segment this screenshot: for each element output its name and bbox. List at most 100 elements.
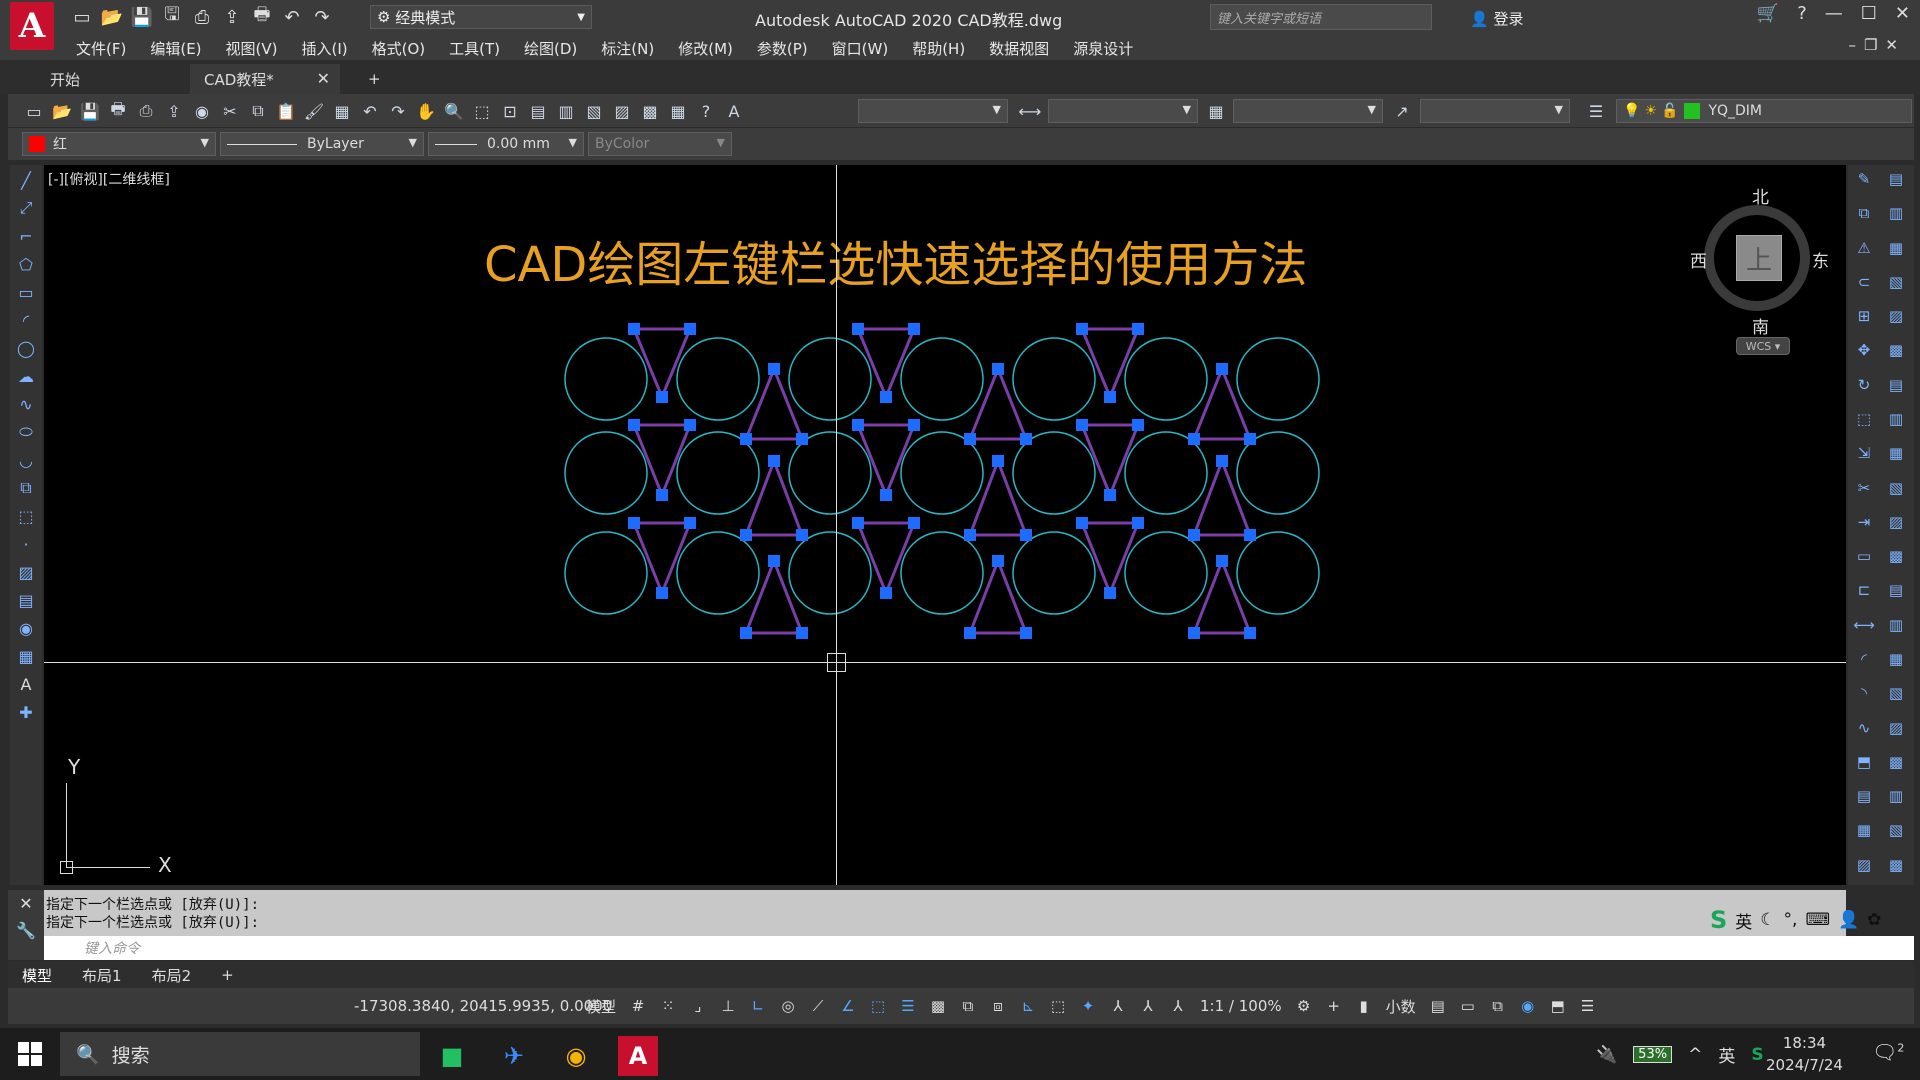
tool-icon-5[interactable]: ▨: [1881, 303, 1911, 329]
tool-icon-7[interactable]: ▤: [1881, 372, 1911, 398]
input-language[interactable]: 英: [1718, 1042, 1735, 1067]
polar-icon[interactable]: ◎: [776, 994, 800, 1018]
menu-dimension[interactable]: 标注(N): [601, 38, 654, 59]
autocad-logo-button[interactable]: A: [10, 2, 54, 50]
text-style-dropdown[interactable]: ▼: [858, 99, 1008, 123]
publish-icon[interactable]: ⎙: [190, 5, 214, 29]
menu-tools[interactable]: 工具(T): [449, 38, 500, 59]
tool-icon-17[interactable]: ▨: [1881, 715, 1911, 741]
save-icon[interactable]: 💾: [130, 5, 154, 29]
point-icon[interactable]: ·: [12, 531, 40, 557]
new-icon[interactable]: ▭: [22, 99, 46, 123]
join-icon[interactable]: ⊏: [1849, 577, 1879, 603]
table-style-dropdown[interactable]: ▼: [1233, 99, 1383, 123]
lock-ui-icon[interactable]: ▭: [1456, 994, 1480, 1018]
tool-icon-11[interactable]: ▨: [1881, 509, 1911, 535]
lineweight-dropdown[interactable]: 0.00 mm ▼: [428, 132, 584, 156]
calculator-icon[interactable]: ▦: [666, 99, 690, 123]
tool-icon-1[interactable]: ▤: [1881, 166, 1911, 192]
print-icon[interactable]: 🖶: [250, 4, 274, 29]
ortho-icon[interactable]: ∟: [746, 994, 770, 1018]
close-icon[interactable]: ✕: [317, 69, 330, 88]
compass-west[interactable]: 西: [1690, 247, 1707, 272]
erase-icon[interactable]: ✎: [1849, 166, 1879, 192]
drawing-canvas[interactable]: [-][俯视][二维线框] CAD绘图左键栏选快速选择的使用方法 上 北 南 西…: [44, 165, 1846, 885]
compass-south[interactable]: 南: [1752, 313, 1769, 338]
copy-icon[interactable]: ⧉: [246, 99, 270, 123]
region-icon[interactable]: ◉: [12, 615, 40, 641]
maximize-icon[interactable]: ☐: [1861, 3, 1877, 24]
tool-icon-9[interactable]: ▦: [1881, 440, 1911, 466]
layer-dropdown[interactable]: 💡 ☀ 🔓 YQ_DIM: [1616, 99, 1912, 123]
cut-icon[interactable]: ✂: [218, 99, 242, 123]
tool-icon-15[interactable]: ▦: [1881, 646, 1911, 672]
explode-icon[interactable]: ⬒: [1849, 749, 1879, 775]
close-icon[interactable]: ✕: [19, 894, 32, 913]
line-icon[interactable]: ╱: [12, 167, 40, 193]
wechat-app-icon[interactable]: ■: [432, 1036, 472, 1076]
compass-east[interactable]: 东: [1812, 247, 1829, 272]
menu-data-view[interactable]: 数据视图: [989, 38, 1049, 59]
arc-icon[interactable]: ◜: [12, 307, 40, 333]
annotation-scale-icon[interactable]: ⅄: [1166, 994, 1190, 1018]
selection-filter-icon[interactable]: ⬚: [1046, 994, 1070, 1018]
polygon-icon[interactable]: ⬠: [12, 251, 40, 277]
new-tab-button[interactable]: +: [354, 64, 384, 94]
cart-icon[interactable]: 🛒: [1757, 3, 1779, 24]
messenger-app-icon[interactable]: ✈: [494, 1036, 534, 1076]
plotstyle-dropdown[interactable]: ByColor ▼: [588, 132, 732, 156]
3d-osnap-icon[interactable]: ⧈: [986, 994, 1010, 1018]
tool-icon-2[interactable]: ▥: [1881, 200, 1911, 226]
menu-format[interactable]: 格式(O): [372, 38, 426, 59]
tab-start[interactable]: 开始: [36, 64, 186, 94]
grid-icon[interactable]: #: [626, 994, 650, 1018]
object-snap-icon[interactable]: ⬚: [866, 994, 890, 1018]
compass-north[interactable]: 北: [1752, 183, 1769, 208]
user-icon[interactable]: 👤: [1838, 910, 1859, 930]
construction-line-icon[interactable]: ⤢: [12, 195, 40, 221]
mirror-icon[interactable]: ⚠: [1849, 235, 1879, 261]
3d-print-icon[interactable]: ◉: [190, 99, 214, 123]
redo-icon[interactable]: ↷: [310, 5, 334, 29]
offset-icon[interactable]: ⊂: [1849, 269, 1879, 295]
tool-icon-16[interactable]: ▧: [1881, 680, 1911, 706]
annotation-monitor-icon[interactable]: +: [1322, 994, 1346, 1018]
autocad-app-icon[interactable]: A: [618, 1036, 658, 1076]
tool-icon-4[interactable]: ▧: [1881, 269, 1911, 295]
menu-parametric[interactable]: 参数(P): [757, 38, 808, 59]
menu-edit[interactable]: 编辑(E): [150, 38, 201, 59]
object-snap-tracking-icon[interactable]: ∠: [836, 994, 860, 1018]
gizmo-icon[interactable]: ✦: [1076, 994, 1100, 1018]
moon-icon[interactable]: ☾: [1760, 910, 1775, 930]
isolate-objects-icon[interactable]: ⧉: [1486, 994, 1510, 1018]
annotation-scale-dropdown[interactable]: 1:1 / 100%: [1196, 997, 1286, 1015]
help-icon[interactable]: ?: [1797, 3, 1807, 24]
add-layout-button[interactable]: +: [221, 966, 234, 984]
hardware-acceleration-icon[interactable]: ◉: [1516, 994, 1540, 1018]
menu-draw[interactable]: 绘图(D): [524, 38, 577, 59]
infer-constraints-icon[interactable]: ⌟: [686, 994, 710, 1018]
tool-icon-3[interactable]: ▦: [1881, 235, 1911, 261]
save-as-icon[interactable]: 🖫: [160, 4, 184, 29]
markup-icon[interactable]: ▩: [638, 99, 662, 123]
undo-icon[interactable]: ↶: [358, 99, 382, 123]
fillet-icon[interactable]: ◜: [1849, 646, 1879, 672]
circle-icon[interactable]: ◯: [12, 335, 40, 361]
menu-modify[interactable]: 修改(M): [678, 38, 733, 59]
battery-indicator[interactable]: 53%: [1633, 1046, 1673, 1063]
multileader-style-dropdown[interactable]: ▼: [1420, 99, 1570, 123]
zoom-realtime-icon[interactable]: 🔍: [442, 99, 466, 123]
publish-icon[interactable]: ⇪: [162, 99, 186, 123]
tool-palettes-icon[interactable]: ▧: [582, 99, 606, 123]
menu-yuanquan[interactable]: 源泉设计: [1073, 38, 1133, 59]
trim-icon[interactable]: ✂: [1849, 475, 1879, 501]
wcs-menu[interactable]: WCS ▾: [1736, 337, 1790, 355]
stretch-icon[interactable]: ⇲: [1849, 440, 1879, 466]
tool-icon-24[interactable]: ▩: [1881, 852, 1911, 878]
tool-icon-18[interactable]: ▩: [1881, 749, 1911, 775]
menu-file[interactable]: 文件(F): [76, 38, 126, 59]
tool-icon-14[interactable]: ▥: [1881, 612, 1911, 638]
viewcube-top-face[interactable]: 上: [1736, 235, 1782, 281]
close-icon[interactable]: ✕: [1895, 3, 1910, 24]
lineweight-icon[interactable]: ☰: [896, 994, 920, 1018]
